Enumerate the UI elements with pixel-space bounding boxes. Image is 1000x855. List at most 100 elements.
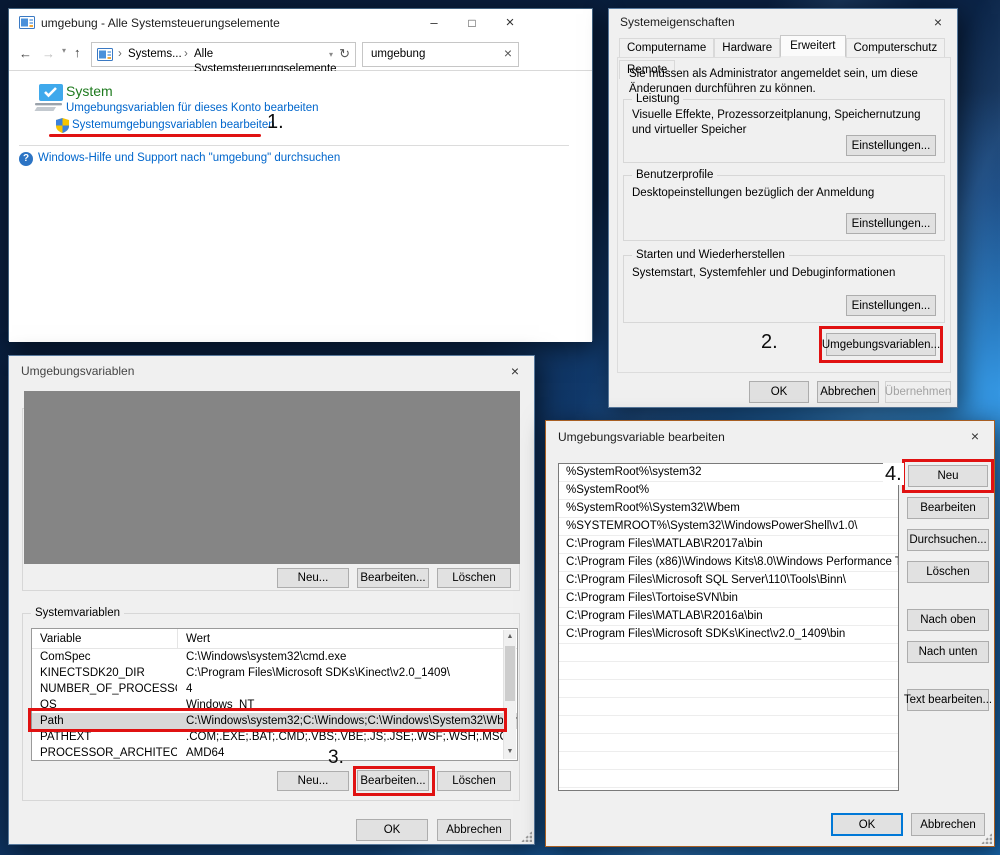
- breadcrumb-root[interactable]: Systems...: [128, 47, 182, 62]
- path-list-item[interactable]: C:\Program Files\Microsoft SDKs\Kinect\v…: [559, 626, 898, 644]
- annotation-box-3: [353, 766, 435, 796]
- maximize-icon[interactable]: □: [459, 12, 485, 34]
- cell-variable: ComSpec: [32, 649, 177, 665]
- path-list-item[interactable]: C:\Program Files\MATLAB\R2016a\bin: [559, 608, 898, 626]
- performance-legend: Leistung: [632, 92, 683, 107]
- scroll-down-icon[interactable]: ▼: [504, 745, 516, 759]
- table-header[interactable]: Variable Wert: [32, 629, 517, 649]
- startup-recovery-legend: Starten und Wiederherstellen: [632, 248, 789, 263]
- tab-strip: ComputernameHardwareErweitertComputersch…: [619, 37, 957, 58]
- table-row[interactable]: KINECTSDK20_DIR C:\Program Files\Microso…: [32, 665, 517, 681]
- explorer-titlebar: umgebung - Alle Systemsteuerungselemente…: [9, 9, 592, 39]
- resize-grip[interactable]: [521, 831, 532, 842]
- breadcrumb-separator: ›: [184, 47, 188, 62]
- breadcrumb-separator: ›: [118, 47, 122, 62]
- tab-computername[interactable]: Computername: [619, 38, 714, 57]
- browse-button[interactable]: Durchsuchen...: [907, 529, 989, 551]
- user-profiles-description: Desktopeinstellungen bezüglich der Anmel…: [632, 186, 932, 201]
- performance-settings-button[interactable]: Einstellungen...: [846, 135, 936, 156]
- tab-computerschutz[interactable]: Computerschutz: [846, 38, 946, 57]
- env-vars-dialog-title: Umgebungsvariablen: [21, 364, 134, 378]
- windows-help-link[interactable]: Windows-Hilfe und Support nach "umgebung…: [38, 152, 340, 164]
- path-list-item[interactable]: C:\Program Files\Microsoft SQL Server\11…: [559, 572, 898, 590]
- forward-icon[interactable]: →: [42, 46, 55, 61]
- column-header-wert[interactable]: Wert: [177, 629, 517, 648]
- close-icon[interactable]: ×: [956, 421, 994, 451]
- user-profiles-settings-button[interactable]: Einstellungen...: [846, 213, 936, 234]
- edit-button[interactable]: Bearbeiten: [907, 497, 989, 519]
- explorer-navbar: ← → ▾ ↑ › Systems... › Alle Systemsteuer…: [9, 39, 592, 71]
- edit-system-env-vars-link[interactable]: Systemumgebungsvariablen bearbeiten: [72, 119, 275, 131]
- address-bar[interactable]: › Systems... › Alle Systemsteuerungselem…: [91, 42, 356, 67]
- cancel-button[interactable]: Abbrechen: [817, 381, 879, 403]
- back-icon[interactable]: ←: [19, 46, 32, 61]
- clear-search-icon[interactable]: ×: [504, 45, 512, 61]
- user-edit-button[interactable]: Bearbeiten...: [357, 568, 429, 588]
- startup-recovery-group: Starten und Wiederherstellen Systemstart…: [623, 255, 945, 323]
- move-up-button[interactable]: Nach oben: [907, 609, 989, 631]
- ok-button[interactable]: OK: [831, 813, 903, 836]
- close-icon[interactable]: ×: [919, 9, 957, 35]
- path-list-item[interactable]: %SYSTEMROOT%\System32\WindowsPowerShell\…: [559, 518, 898, 536]
- table-row[interactable]: ComSpec C:\Windows\system32\cmd.exe: [32, 649, 517, 665]
- cancel-button[interactable]: Abbrechen: [437, 819, 511, 841]
- control-panel-icon: [97, 48, 113, 66]
- move-down-button[interactable]: Nach unten: [907, 641, 989, 663]
- search-input[interactable]: umgebung ×: [362, 42, 519, 67]
- cell-variable: KINECTSDK20_DIR: [32, 665, 177, 681]
- path-list-item[interactable]: C:\Program Files\TortoiseSVN\bin: [559, 590, 898, 608]
- cell-wert: 4: [177, 681, 517, 697]
- scroll-up-icon[interactable]: ▲: [504, 630, 516, 644]
- performance-description: Visuelle Effekte, Prozessorzeitplanung, …: [632, 108, 932, 138]
- annotation-box-path-row: [28, 708, 507, 732]
- ok-button[interactable]: OK: [356, 819, 428, 841]
- path-list-item[interactable]: %SystemRoot%\System32\Wbem: [559, 500, 898, 518]
- close-icon[interactable]: ×: [497, 12, 523, 34]
- minimize-icon[interactable]: –: [421, 12, 447, 34]
- system-icon: [31, 83, 65, 118]
- path-list-item[interactable]: C:\Program Files (x86)\Windows Kits\8.0\…: [559, 554, 898, 572]
- explorer-window-title: umgebung - Alle Systemsteuerungselemente: [41, 16, 280, 30]
- path-list-item-empty: [559, 734, 898, 752]
- path-list-item-empty: [559, 752, 898, 770]
- edit-env-var-title: Umgebungsvariable bearbeiten: [558, 430, 725, 444]
- system-section-title[interactable]: System: [66, 83, 113, 99]
- path-list-item[interactable]: %SystemRoot%\system32: [559, 464, 898, 482]
- scrollbar-thumb[interactable]: [505, 646, 515, 701]
- path-list-item[interactable]: C:\Program Files\MATLAB\R2017a\bin: [559, 536, 898, 554]
- system-variables-table[interactable]: Variable Wert ComSpec C:\Windows\system3…: [31, 628, 518, 761]
- delete-button[interactable]: Löschen: [907, 561, 989, 583]
- control-panel-icon: [19, 16, 35, 34]
- table-row[interactable]: PROCESSOR_ARCHITECTURE AMD64: [32, 745, 517, 761]
- path-list[interactable]: %SystemRoot%\system32 %SystemRoot% %Syst…: [558, 463, 899, 791]
- column-header-variable[interactable]: Variable: [32, 629, 177, 648]
- tab-hardware[interactable]: Hardware: [714, 38, 780, 57]
- system-new-button[interactable]: Neu...: [277, 771, 349, 791]
- annotation-box-2: [819, 326, 943, 363]
- refresh-icon[interactable]: ↻: [339, 46, 350, 62]
- user-profiles-legend: Benutzerprofile: [632, 168, 717, 183]
- annotation-box-4: [902, 459, 994, 493]
- cell-wert: C:\Windows\system32\cmd.exe: [177, 649, 517, 665]
- tab-erweitert[interactable]: Erweitert: [780, 35, 845, 58]
- table-scrollbar[interactable]: ▲ ▼: [503, 630, 516, 759]
- apply-button[interactable]: Übernehmen: [885, 381, 951, 403]
- up-icon[interactable]: ↑: [74, 45, 81, 60]
- system-properties-title: Systemeigenschaften: [620, 15, 735, 29]
- recent-dropdown-icon[interactable]: ▾: [62, 46, 66, 55]
- ok-button[interactable]: OK: [749, 381, 809, 403]
- path-list-item[interactable]: %SystemRoot%: [559, 482, 898, 500]
- address-dropdown-icon[interactable]: ▾: [329, 50, 333, 59]
- cell-variable: NUMBER_OF_PROCESSORS: [32, 681, 177, 697]
- help-icon: ?: [19, 152, 33, 166]
- system-variables-legend: Systemvariablen: [31, 606, 124, 621]
- system-delete-button[interactable]: Löschen: [437, 771, 511, 791]
- user-delete-button[interactable]: Löschen: [437, 568, 511, 588]
- cancel-button[interactable]: Abbrechen: [911, 813, 985, 836]
- close-icon[interactable]: ×: [496, 356, 534, 386]
- path-list-item-empty: [559, 680, 898, 698]
- user-new-button[interactable]: Neu...: [277, 568, 349, 588]
- edit-text-button[interactable]: Text bearbeiten...: [907, 689, 989, 711]
- startup-recovery-settings-button[interactable]: Einstellungen...: [846, 295, 936, 316]
- table-row[interactable]: NUMBER_OF_PROCESSORS 4: [32, 681, 517, 697]
